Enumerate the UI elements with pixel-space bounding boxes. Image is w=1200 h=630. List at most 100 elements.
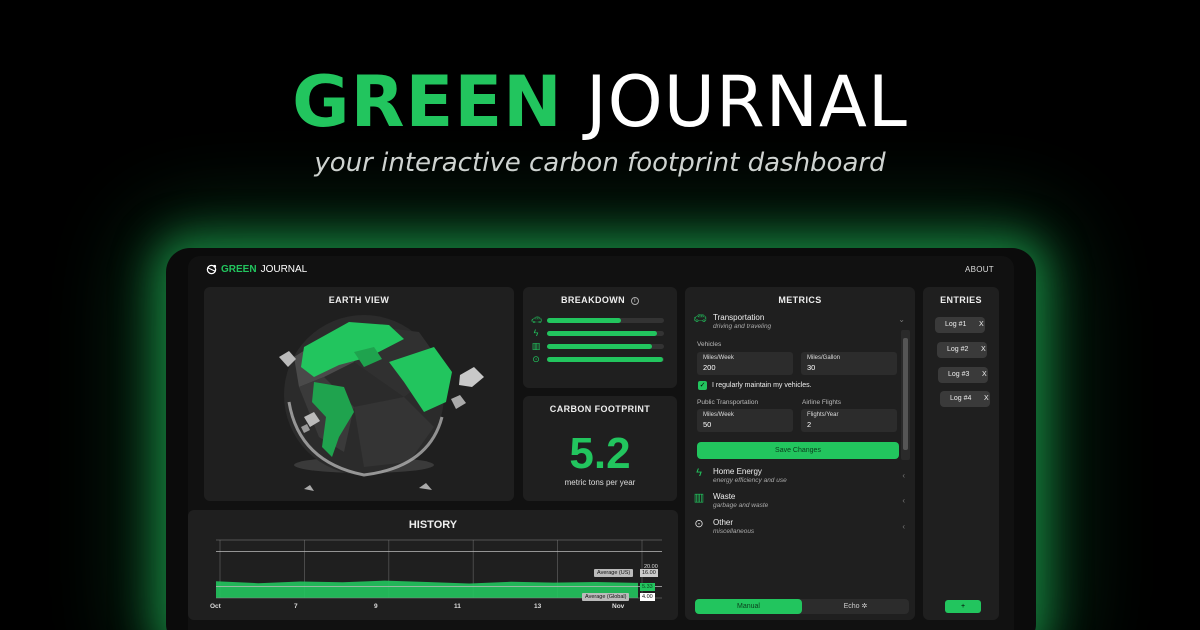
airline-flights-label: Airline Flights bbox=[802, 399, 842, 406]
metrics-panel: METRICS 🚗︎ Transportation driving and tr… bbox=[685, 287, 915, 620]
public-miles-week-field[interactable]: Miles/Week 50 bbox=[697, 409, 793, 432]
earth-globe[interactable] bbox=[204, 287, 514, 501]
entry-item[interactable]: Log #2 bbox=[937, 342, 987, 358]
field-label: Miles/Gallon bbox=[807, 355, 841, 361]
entry-item[interactable]: Log #1 bbox=[935, 317, 985, 333]
breakdown-title: BREAKDOWN i bbox=[523, 295, 677, 305]
category-home-energy[interactable]: ϟ Home Energy energy efficiency and use bbox=[693, 467, 787, 484]
history-area bbox=[216, 580, 638, 598]
earth-view-panel: EARTH VIEW bbox=[204, 287, 514, 501]
chevron-left-icon[interactable]: ‹ bbox=[902, 471, 905, 480]
field-value: 2 bbox=[807, 420, 812, 429]
current-value-badge: 5.33 bbox=[640, 583, 655, 591]
x-tick: 7 bbox=[294, 603, 298, 610]
field-label: Miles/Week bbox=[703, 412, 734, 418]
close-icon[interactable]: X bbox=[979, 321, 984, 328]
breakdown-bar-track bbox=[547, 317, 664, 323]
trash-icon: ▥ bbox=[531, 341, 541, 351]
breakdown-row-transportation[interactable]: 🚗︎ bbox=[531, 315, 664, 325]
field-value: 30 bbox=[807, 363, 816, 372]
sparkle-icon: ✲ bbox=[861, 603, 868, 610]
breakdown-row-other[interactable]: ⊙ bbox=[531, 354, 664, 364]
x-tick: 9 bbox=[374, 603, 378, 610]
breakdown-bar-track bbox=[547, 343, 664, 349]
checkmark-icon: ✓ bbox=[698, 381, 707, 390]
public-transportation-label: Public Transportation bbox=[697, 399, 759, 406]
footprint-value: 5.2 bbox=[569, 429, 631, 478]
field-value: 50 bbox=[703, 420, 712, 429]
close-icon[interactable]: X bbox=[984, 395, 989, 402]
category-transportation[interactable]: 🚗︎ Transportation driving and traveling bbox=[693, 313, 771, 330]
history-chart[interactable] bbox=[188, 510, 678, 620]
top-bar: GREEN JOURNAL ABOUT bbox=[188, 256, 1014, 284]
category-other[interactable]: ⊙ Other miscellaneous bbox=[693, 518, 754, 535]
category-subtitle: garbage and waste bbox=[713, 502, 769, 509]
mode-echo-button[interactable]: Echo ✲ bbox=[802, 599, 909, 614]
mode-toggle: Manual Echo ✲ bbox=[695, 599, 909, 614]
dots-icon: ⊙ bbox=[532, 354, 540, 364]
footprint-title: CARBON FOOTPRINT bbox=[549, 404, 651, 414]
field-label: Flights/Year bbox=[807, 412, 839, 418]
category-name: Other bbox=[713, 518, 734, 527]
miles-week-field[interactable]: Miles/Week 200 bbox=[697, 352, 793, 375]
app-logo[interactable]: GREEN JOURNAL bbox=[206, 264, 307, 275]
maintain-vehicles-checkbox[interactable]: ✓ I regularly maintain my vehicles. bbox=[698, 381, 812, 390]
category-name: Transportation bbox=[713, 313, 765, 322]
hero-title: GREEN JOURNAL bbox=[0, 62, 1200, 142]
breakdown-panel: BREAKDOWN i 🚗︎ ϟ ▥ ⊙ bbox=[523, 287, 677, 388]
flights-year-field[interactable]: Flights/Year 2 bbox=[801, 409, 897, 432]
avg-global-label: Average (Global) bbox=[582, 593, 630, 601]
breakdown-row-waste[interactable]: ▥ bbox=[531, 341, 664, 351]
breakdown-bar-fill bbox=[547, 330, 657, 336]
hero-title-green: GREEN bbox=[292, 61, 563, 143]
scrollbar-thumb[interactable] bbox=[903, 338, 908, 450]
car-icon: 🚗︎ bbox=[531, 315, 543, 325]
chevron-left-icon[interactable]: ‹ bbox=[902, 496, 905, 505]
category-waste[interactable]: ▥ Waste garbage and waste bbox=[693, 492, 769, 509]
metrics-title: METRICS bbox=[778, 295, 822, 305]
dots-icon: ⊙ bbox=[694, 518, 704, 530]
x-tick: 13 bbox=[534, 603, 542, 610]
bolt-icon: ϟ bbox=[696, 467, 702, 479]
x-tick: Nov bbox=[612, 603, 625, 610]
bolt-icon: ϟ bbox=[533, 328, 539, 338]
mode-echo-label: Echo bbox=[843, 603, 860, 610]
footprint-unit: metric tons per year bbox=[564, 478, 636, 487]
breakdown-row-home-energy[interactable]: ϟ bbox=[531, 328, 664, 338]
entries-panel: ENTRIES Log #1 X Log #2 X Log #3 X Log #… bbox=[923, 287, 999, 620]
x-tick: 11 bbox=[454, 603, 461, 610]
breakdown-title-text: BREAKDOWN bbox=[560, 295, 626, 305]
chevron-down-icon[interactable]: ⌄ bbox=[898, 315, 905, 324]
vehicles-label: Vehicles bbox=[697, 341, 722, 348]
close-icon[interactable]: X bbox=[982, 371, 987, 378]
x-tick: Oct bbox=[210, 603, 221, 610]
globe-logo-icon bbox=[206, 264, 217, 275]
field-value: 200 bbox=[703, 363, 716, 372]
breakdown-bar-fill bbox=[547, 343, 653, 349]
miles-gallon-field[interactable]: Miles/Gallon 30 bbox=[801, 352, 897, 375]
entry-item[interactable]: Log #4 bbox=[940, 391, 990, 407]
breakdown-bar-track bbox=[547, 356, 664, 362]
metrics-scrollbar[interactable] bbox=[901, 330, 910, 460]
app-screen: GREEN JOURNAL ABOUT EARTH VIEW BREAKDOWN… bbox=[188, 256, 1014, 630]
entry-item[interactable]: Log #3 bbox=[938, 367, 988, 383]
category-name: Home Energy bbox=[713, 467, 762, 476]
carbon-footprint-panel: CARBON FOOTPRINT 5.2 metric tons per yea… bbox=[523, 396, 677, 501]
save-changes-button[interactable]: Save Changes bbox=[697, 442, 899, 459]
logo-green: GREEN bbox=[221, 264, 257, 275]
add-entry-button[interactable]: + bbox=[945, 600, 981, 613]
checkbox-label: I regularly maintain my vehicles. bbox=[712, 382, 812, 389]
info-icon[interactable]: i bbox=[631, 296, 639, 305]
avg-us-label: Average (US) bbox=[594, 569, 634, 577]
category-subtitle: miscellaneous bbox=[713, 528, 755, 535]
entries-title: ENTRIES bbox=[940, 295, 982, 305]
chevron-left-icon[interactable]: ‹ bbox=[902, 522, 905, 531]
close-icon[interactable]: X bbox=[981, 346, 986, 353]
trash-icon: ▥ bbox=[693, 492, 705, 504]
avg-global-value: 4.00 bbox=[640, 593, 655, 601]
mode-manual-button[interactable]: Manual bbox=[695, 599, 802, 614]
category-name: Waste bbox=[713, 492, 736, 501]
about-link[interactable]: ABOUT bbox=[965, 265, 994, 274]
car-icon: 🚗︎ bbox=[693, 313, 707, 325]
logo-white: JOURNAL bbox=[260, 264, 308, 275]
